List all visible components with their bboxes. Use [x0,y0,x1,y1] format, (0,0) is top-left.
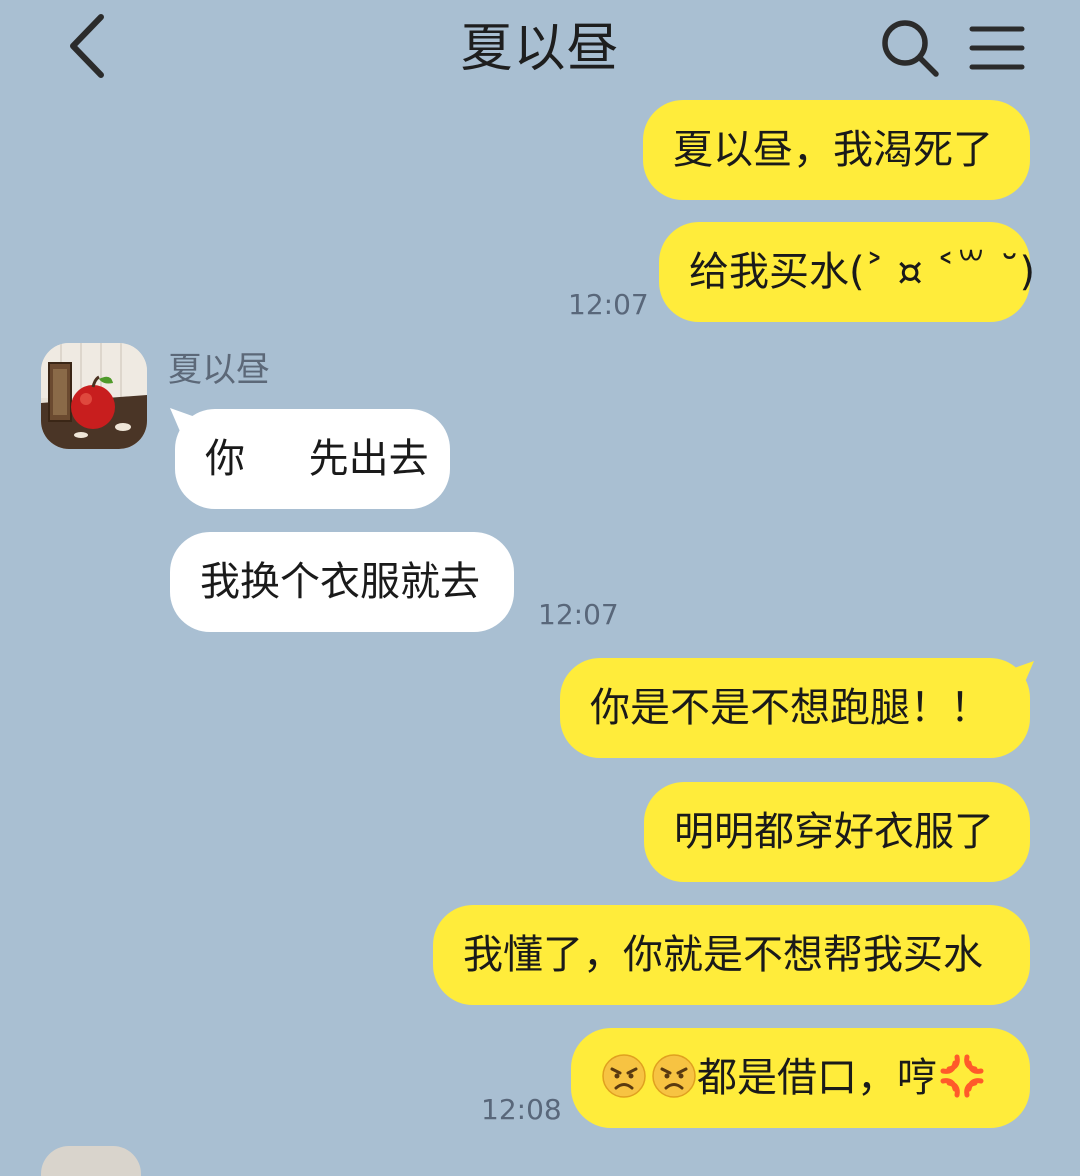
avatar[interactable] [41,1146,141,1176]
angry-face-icon [602,1054,646,1098]
message-timestamp: 12:08 [481,1093,562,1126]
message-text: 我懂了，你就是不想帮我买水 [463,932,983,978]
message-text: 你 先出去 [205,436,429,482]
message-bubble-outgoing[interactable]: 我懂了，你就是不想帮我买水 [433,905,1030,1005]
message-bubble-incoming[interactable]: 我换个衣服就去 [170,532,514,632]
anger-symbol-icon [940,1054,984,1098]
message-text: 你是不是不想跑腿！！ [590,685,990,731]
message-bubble-outgoing[interactable]: 给我买水(˃ ¤ ˂꒳ ˘) [659,222,1035,322]
message-text: 给我买水(˃ ¤ ˂꒳ ˘) [689,249,1036,295]
menu-button[interactable] [962,12,1032,84]
search-button[interactable] [872,12,948,84]
message-bubble-outgoing[interactable]: 夏以昼，我渴死了 [643,100,1030,200]
message-bubble-outgoing[interactable]: 都是借口，哼 [571,1028,1030,1128]
angry-face-icon [652,1054,696,1098]
message-bubble-incoming[interactable]: 你 先出去 [175,409,450,509]
apple-avatar-image [41,343,147,449]
message-text: 都是借口，哼 [697,1055,937,1101]
avatar[interactable] [41,343,147,449]
message-timestamp: 12:07 [568,288,649,321]
message-bubble-outgoing[interactable]: 你是不是不想跑腿！！ [560,658,1030,758]
message-text: 我换个衣服就去 [200,559,480,605]
message-text: 夏以昼，我渴死了 [673,127,993,173]
message-text: 明明都穿好衣服了 [674,809,994,855]
sender-name: 夏以昼 [168,350,270,390]
search-icon [882,20,939,77]
menu-icon [969,26,1025,70]
message-bubble-outgoing[interactable]: 明明都穿好衣服了 [644,782,1030,882]
message-timestamp: 12:07 [538,598,619,631]
